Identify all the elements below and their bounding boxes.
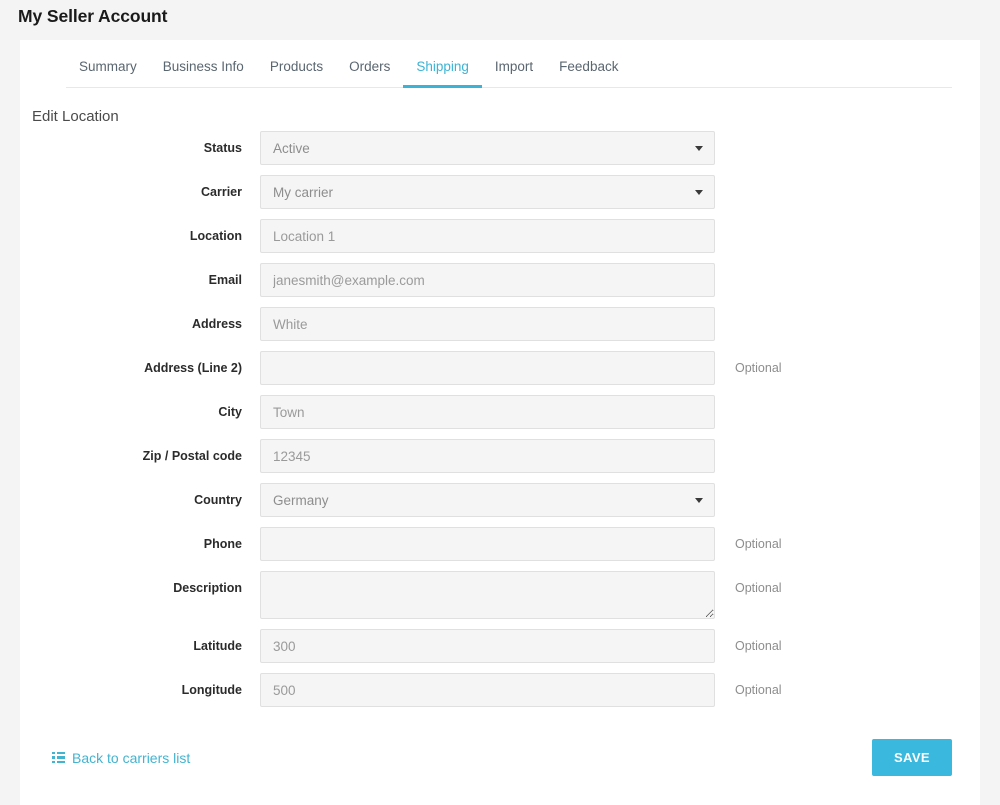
control-wrapper-status <box>260 131 715 165</box>
label-longitude: Longitude <box>181 683 242 697</box>
account-card: Summary Business Info Products Orders Shippi… <box>20 40 980 805</box>
tab-bar: Summary Business Info Products Orders Shippi… <box>66 40 952 88</box>
input-address[interactable] <box>260 307 715 341</box>
textarea-description[interactable] <box>260 571 715 619</box>
optional-hint-latitude: Optional <box>735 639 782 653</box>
label-latitude: Latitude <box>193 639 242 653</box>
control-wrapper-description <box>260 571 715 619</box>
label-zip-postal-code: Zip / Postal code <box>142 449 242 463</box>
form-row-address-line-2: Address (Line 2) Optional <box>20 351 980 385</box>
select-status[interactable] <box>260 131 715 165</box>
control-wrapper-address-line-2 <box>260 351 715 385</box>
input-zip-postal-code[interactable] <box>260 439 715 473</box>
control-wrapper-zip-postal-code <box>260 439 715 473</box>
select-wrapper-status <box>260 131 715 165</box>
form-row-country: Country <box>20 483 980 517</box>
input-phone[interactable] <box>260 527 715 561</box>
label-email: Email <box>208 273 242 287</box>
optional-hint-longitude: Optional <box>735 683 782 697</box>
label-phone: Phone <box>203 537 242 551</box>
optional-hint-phone: Optional <box>735 537 782 551</box>
control-wrapper-carrier <box>260 175 715 209</box>
tab-feedback[interactable]: Feedback <box>546 59 631 88</box>
select-wrapper-country <box>260 483 715 517</box>
input-location[interactable] <box>260 219 715 253</box>
optional-hint-description: Optional <box>735 581 782 595</box>
form-row-email: Email <box>20 263 980 297</box>
form-footer: Back to carriers list SAVE <box>20 717 980 776</box>
list-icon <box>52 751 65 764</box>
section-title: Edit Location <box>32 108 119 125</box>
label-city: City <box>218 405 242 419</box>
control-wrapper-city <box>260 395 715 429</box>
label-description: Description <box>173 581 242 595</box>
input-longitude[interactable] <box>260 673 715 707</box>
control-wrapper-location <box>260 219 715 253</box>
form-row-phone: Phone Optional <box>20 527 980 561</box>
select-carrier[interactable] <box>260 175 715 209</box>
tab-orders[interactable]: Orders <box>336 59 403 88</box>
save-button[interactable]: SAVE <box>871 739 952 776</box>
control-wrapper-phone <box>260 527 715 561</box>
select-country[interactable] <box>260 483 715 517</box>
form-row-city: City <box>20 395 980 429</box>
form-row-description: Description Optional <box>20 571 980 619</box>
page-title: My Seller Account <box>18 6 168 26</box>
input-city[interactable] <box>260 395 715 429</box>
control-wrapper-longitude <box>260 673 715 707</box>
control-wrapper-country <box>260 483 715 517</box>
label-status: Status <box>203 141 242 155</box>
form-row-zip-postal-code: Zip / Postal code <box>20 439 980 473</box>
form-row-address: Address <box>20 307 980 341</box>
control-wrapper-address <box>260 307 715 341</box>
back-to-carriers-list-link[interactable]: Back to carriers list <box>52 750 190 766</box>
label-carrier: Carrier <box>201 185 242 199</box>
form-row-carrier: Carrier <box>20 175 980 209</box>
label-address: Address <box>191 317 242 331</box>
input-email[interactable] <box>260 263 715 297</box>
tab-summary[interactable]: Summary <box>66 59 150 88</box>
control-wrapper-latitude <box>260 629 715 663</box>
optional-hint-address-line-2: Optional <box>735 361 782 375</box>
tab-products[interactable]: Products <box>257 59 336 88</box>
label-location: Location <box>189 229 242 243</box>
tab-business-info[interactable]: Business Info <box>150 59 257 88</box>
label-country: Country <box>194 493 242 507</box>
edit-location-form: Status Carrier Location Email Address Address… <box>20 125 980 707</box>
form-row-status: Status <box>20 131 980 165</box>
tab-shipping[interactable]: Shipping <box>403 59 482 88</box>
tab-import[interactable]: Import <box>482 59 546 88</box>
form-row-latitude: Latitude Optional <box>20 629 980 663</box>
select-wrapper-carrier <box>260 175 715 209</box>
form-row-longitude: Longitude Optional <box>20 673 980 707</box>
back-link-label: Back to carriers list <box>72 749 191 766</box>
control-wrapper-email <box>260 263 715 297</box>
input-latitude[interactable] <box>260 629 715 663</box>
input-address-line-2[interactable] <box>260 351 715 385</box>
label-address-line-2: Address (Line 2) <box>144 361 242 375</box>
form-row-location: Location <box>20 219 980 253</box>
